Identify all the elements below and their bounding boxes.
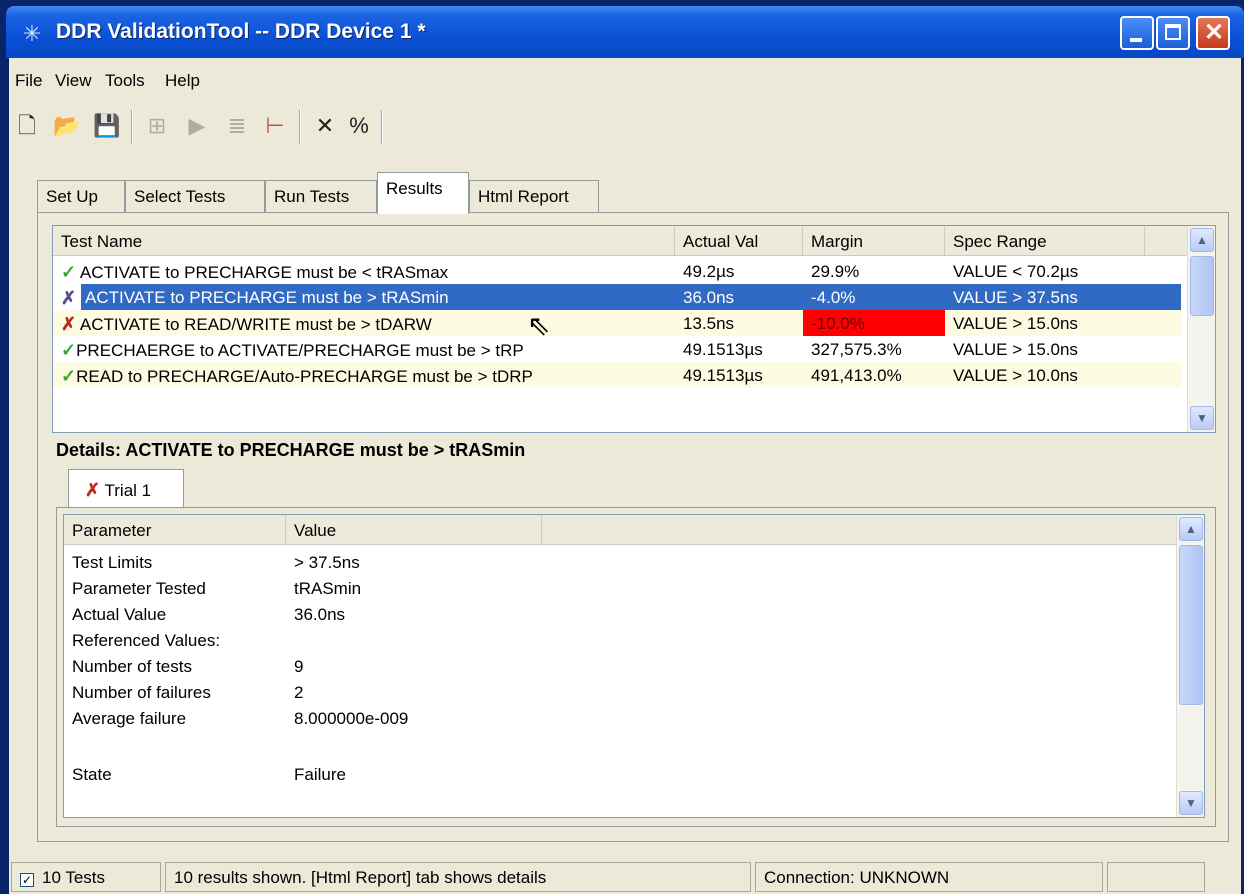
- param-value: 2: [294, 683, 304, 702]
- fail-x-icon: ✗: [61, 288, 77, 308]
- status-bar: ✓ 10 Tests 10 results shown. [Html Report…: [9, 858, 1241, 894]
- checkbox-checked-icon[interactable]: ✓: [20, 873, 34, 887]
- param-value: 9: [294, 657, 304, 676]
- details-title: Details: ACTIVATE to PRECHARGE must be >…: [56, 440, 526, 460]
- close-button[interactable]: ✕: [1196, 16, 1230, 50]
- col-parameter[interactable]: Parameter: [64, 515, 286, 545]
- maximize-button[interactable]: [1156, 16, 1190, 50]
- param-value: 36.0ns: [294, 605, 346, 624]
- col-margin[interactable]: Margin: [803, 226, 945, 256]
- open-icon[interactable]: 📂: [53, 112, 81, 140]
- scroll-thumb[interactable]: [1179, 545, 1203, 705]
- param-name: Actual Value: [72, 605, 167, 624]
- param-value: 8.000000e-009: [294, 709, 409, 728]
- delete-icon[interactable]: ✕: [311, 112, 339, 140]
- tab-run-tests[interactable]: Run Tests: [265, 180, 377, 214]
- step-icon[interactable]: ≣: [223, 112, 251, 140]
- connection-status: Connection: UNKNOWN: [755, 862, 1103, 892]
- table-row[interactable]: ✗ ACTIVATE to READ/WRITE must be > tDARW…: [53, 310, 1181, 336]
- tab-setup[interactable]: Set Up: [37, 180, 125, 214]
- param-value: > 37.5ns: [294, 553, 360, 572]
- param-name: State: [72, 765, 112, 784]
- connect-icon[interactable]: ⊞: [143, 112, 171, 140]
- mouse-cursor-icon: ⇖: [527, 310, 551, 341]
- fail-x-icon: ✗: [85, 480, 101, 500]
- param-value: tRASmin: [294, 579, 362, 598]
- table-row[interactable]: ✓READ to PRECHARGE/Auto-PRECHARGE must b…: [53, 362, 1181, 388]
- table-row[interactable]: ✓PRECHAERGE to ACTIVATE/PRECHARGE must b…: [53, 336, 1181, 362]
- params-header: Parameter Value: [64, 515, 1204, 545]
- status-empty-pane: [1107, 862, 1205, 892]
- fail-x-icon: ✗: [61, 314, 77, 334]
- toolbar: 🗋 📂 💾 ⊞ ▶ ≣ ⊢ ✕ %: [9, 98, 1241, 158]
- scroll-thumb[interactable]: [1190, 256, 1214, 316]
- pass-check-icon: ✓: [61, 366, 77, 386]
- scroll-down-icon[interactable]: ▼: [1179, 791, 1203, 815]
- app-sparkle-icon: ✳: [22, 21, 42, 46]
- col-test-name[interactable]: Test Name: [53, 226, 675, 256]
- save-icon[interactable]: 💾: [93, 112, 121, 140]
- app-window: ✳ DDR ValidationTool -- DDR Device 1 * ✕…: [0, 0, 1244, 894]
- param-name: Test Limits: [72, 553, 153, 572]
- results-header: Test Name Actual Val Margin Spec Range: [53, 226, 1215, 256]
- marker-icon[interactable]: ⊢: [261, 112, 289, 140]
- run-icon[interactable]: ▶: [183, 112, 211, 140]
- pass-check-icon: ✓: [61, 262, 77, 282]
- details-scrollbar[interactable]: ▲ ▼: [1176, 515, 1204, 817]
- results-list[interactable]: Test Name Actual Val Margin Spec Range ✓…: [52, 225, 1216, 433]
- menu-tools[interactable]: Tools: [105, 71, 145, 91]
- client-area: File View Tools Help 🗋 📂 💾 ⊞ ▶ ≣ ⊢ ✕ % S…: [9, 58, 1241, 894]
- tab-results[interactable]: Results: [377, 172, 469, 214]
- tests-count-pane[interactable]: ✓ 10 Tests: [11, 862, 161, 892]
- minimize-button[interactable]: [1120, 16, 1154, 50]
- param-name: Parameter Tested: [72, 579, 206, 598]
- tab-select-tests[interactable]: Select Tests: [125, 180, 265, 214]
- col-actual-val[interactable]: Actual Val: [675, 226, 803, 256]
- scroll-up-icon[interactable]: ▲: [1190, 228, 1214, 252]
- tab-trial-1[interactable]: ✗ Trial 1: [68, 469, 184, 509]
- param-name: Average failure: [72, 709, 187, 728]
- results-panel: Test Name Actual Val Margin Spec Range ✓…: [37, 212, 1229, 842]
- param-name: Referenced Values:: [72, 631, 221, 650]
- percent-icon[interactable]: %: [345, 112, 373, 140]
- scroll-down-icon[interactable]: ▼: [1190, 406, 1214, 430]
- title-bar[interactable]: ✳ DDR ValidationTool -- DDR Device 1 * ✕: [6, 6, 1244, 58]
- menu-bar: File View Tools Help: [9, 58, 1241, 98]
- pass-check-icon: ✓: [61, 340, 77, 360]
- table-row[interactable]: ✓ ACTIVATE to PRECHARGE must be < tRASma…: [53, 258, 1181, 284]
- status-message: 10 results shown. [Html Report] tab show…: [165, 862, 751, 892]
- new-icon[interactable]: 🗋: [13, 112, 41, 140]
- window-title: DDR ValidationTool -- DDR Device 1 *: [56, 20, 426, 43]
- param-value: Failure: [294, 765, 346, 784]
- scroll-up-icon[interactable]: ▲: [1179, 517, 1203, 541]
- table-row-selected[interactable]: ✗ ACTIVATE to PRECHARGE must be > tRASmi…: [53, 284, 1181, 310]
- param-name: Number of failures: [72, 683, 211, 702]
- col-value[interactable]: Value: [286, 515, 542, 545]
- results-scrollbar[interactable]: ▲ ▼: [1187, 226, 1215, 432]
- tab-html-report[interactable]: Html Report: [469, 180, 599, 214]
- margin-fail-cell: -10.0%: [803, 310, 945, 336]
- details-panel: Parameter Value Test Limits > 37.5ns Par…: [56, 507, 1216, 827]
- col-spec-range[interactable]: Spec Range: [945, 226, 1145, 256]
- parameter-list[interactable]: Parameter Value Test Limits > 37.5ns Par…: [63, 514, 1205, 818]
- menu-view[interactable]: View: [55, 71, 92, 91]
- menu-help[interactable]: Help: [165, 71, 200, 91]
- param-name: Number of tests: [72, 657, 192, 676]
- menu-file[interactable]: File: [15, 71, 42, 91]
